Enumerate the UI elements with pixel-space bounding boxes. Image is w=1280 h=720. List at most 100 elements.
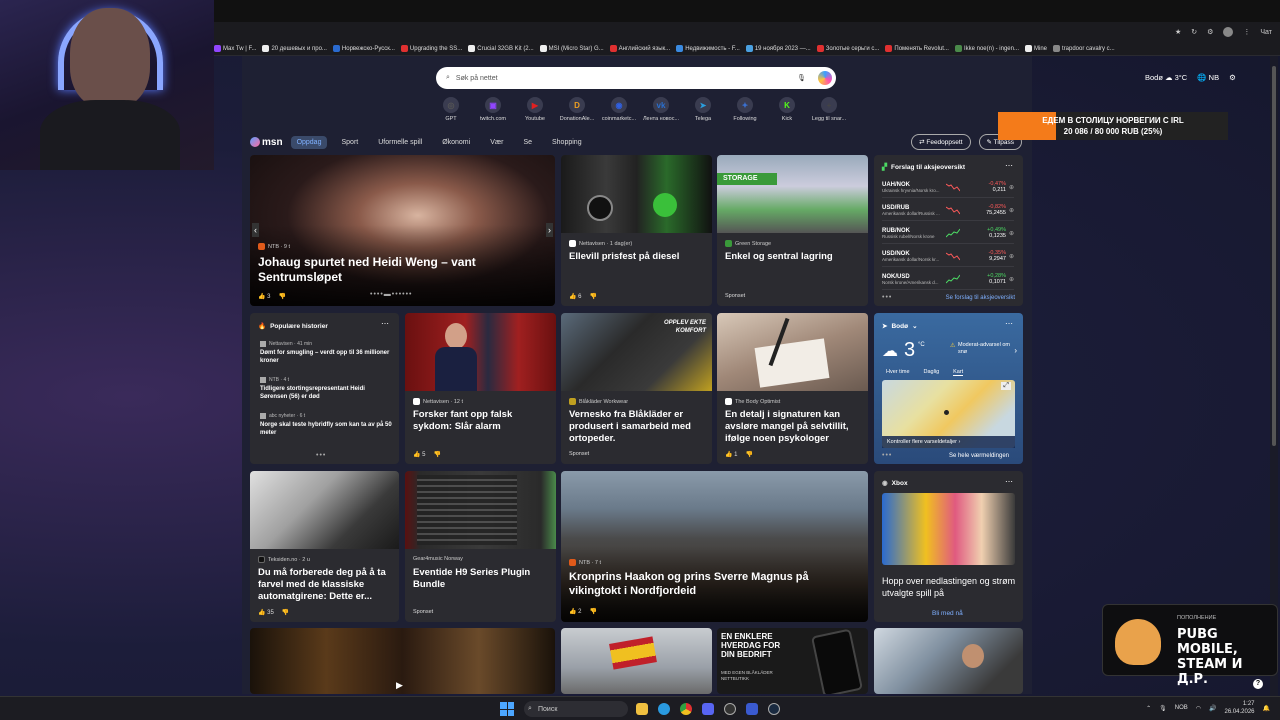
ad-card-storage[interactable]: STORAGE Green Storage Enkel og sentral l… — [717, 155, 868, 306]
weather-warning[interactable]: Moderat-advarsel om snø — [958, 342, 1014, 356]
more-options-icon[interactable]: ⋯ — [1005, 161, 1013, 170]
add-icon[interactable]: ⊕ — [1009, 207, 1014, 214]
ad-card-eventide[interactable]: Gear4music Norway Eventide H9 Series Plu… — [405, 471, 556, 622]
tray-lang[interactable]: NOB — [1175, 705, 1188, 711]
quick-link[interactable]: ◉ coinmarketc... — [598, 97, 640, 122]
tab-se[interactable]: Se — [517, 136, 538, 149]
microphone-icon[interactable]: 🎙 — [797, 74, 806, 82]
vernesko-title[interactable]: Vernesko fra Blåkläder er produsert i sa… — [569, 409, 707, 445]
tab-sport[interactable]: Sport — [335, 136, 364, 149]
chevron-right-icon[interactable]: › — [546, 223, 553, 237]
star-icon[interactable]: ★ — [1175, 28, 1181, 36]
copilot-icon[interactable] — [818, 71, 832, 85]
news-card-flag[interactable] — [561, 628, 712, 694]
stock-row[interactable]: NOK/USD Norsk krone/Amerikansk d... +0,28… — [882, 269, 1014, 290]
msn-logo[interactable]: msn — [250, 137, 283, 148]
popular-story[interactable]: abc nyheter · 6 t Norge skal teste hybrid… — [260, 413, 392, 437]
storage-title[interactable]: Enkel og sentral lagring — [725, 251, 861, 263]
bookmark-item[interactable]: Поменять Revolut... — [885, 45, 949, 52]
ad-card-vernesko[interactable]: OPPLEV EKTE KOMFORT Blåkläder Workwear V… — [561, 313, 712, 464]
thumbs-up-icon[interactable]: 👍 2 — [569, 608, 581, 615]
thumbs-up-icon[interactable]: 👍 3 — [258, 293, 270, 300]
expand-icon[interactable]: ⤢ — [1001, 382, 1011, 390]
steam-icon[interactable] — [768, 703, 780, 715]
weather-pager-dots[interactable]: ••• — [882, 452, 892, 459]
bookmark-item[interactable]: 19 ноября 2023 —... — [745, 45, 811, 52]
scrollbar-thumb[interactable] — [1272, 66, 1276, 446]
quick-link[interactable]: K Kick — [766, 97, 808, 122]
page-scrollbar[interactable] — [1270, 56, 1278, 696]
news-card-haakon[interactable]: NTB · 7 t Kronprins Haakon og prins Sver… — [561, 471, 868, 622]
chevron-up-icon[interactable]: ⌃ — [1146, 705, 1151, 712]
edge-icon[interactable] — [658, 703, 670, 715]
thumbs-down-icon[interactable]: 👎 — [282, 609, 289, 616]
more-options-icon[interactable]: ⋯ — [1005, 319, 1013, 328]
lang-label[interactable]: NB — [1209, 73, 1219, 82]
bookmark-item[interactable]: Золотые серьги с... — [816, 45, 879, 52]
haakon-reactions[interactable]: 👍 2 👎 — [569, 608, 597, 615]
windows-start-icon[interactable] — [500, 702, 514, 716]
hero-reactions[interactable]: 👍 3 👎 — [258, 293, 286, 300]
bookmark-item[interactable]: Mine — [1024, 45, 1047, 52]
more-options-icon[interactable]: ⋯ — [381, 319, 389, 328]
taskbar-search[interactable]: ⌕ Поиск — [524, 701, 628, 717]
chevron-left-icon[interactable]: ‹ — [252, 223, 259, 237]
chat-label[interactable]: Чат — [1260, 29, 1272, 36]
teksiden-reactions[interactable]: 👍 35 👎 — [258, 609, 289, 616]
weather-map[interactable]: ⤢ Kontroller flere varseldetaljer › — [882, 380, 1015, 448]
tab-okonomi[interactable]: Økonomi — [436, 136, 476, 149]
bookmark-item[interactable]: Ikke noe(n) - ingen... — [954, 45, 1019, 52]
quick-link[interactable]: vk Лента новос... — [640, 97, 682, 122]
discord-icon[interactable] — [702, 703, 714, 715]
thumbs-down-icon[interactable]: 👎 — [589, 293, 596, 300]
eventide-title[interactable]: Eventide H9 Series Plugin Bundle — [413, 567, 549, 591]
bookmark-item[interactable]: MSI (Micro Star) G... — [539, 45, 604, 52]
bookmark-item[interactable]: Недвижимость - F... — [676, 45, 740, 52]
chevron-right-icon[interactable]: › — [1014, 346, 1017, 355]
feed-settings-button[interactable]: ⇄ Feedoppsett — [911, 134, 971, 150]
wifi-icon[interactable]: ◠ — [1196, 705, 1201, 712]
news-card-car[interactable] — [874, 628, 1023, 694]
add-icon[interactable]: ⊕ — [1009, 276, 1014, 283]
thumbs-down-icon[interactable]: 👎 — [745, 451, 752, 458]
add-icon[interactable]: ⊕ — [1009, 253, 1014, 260]
add-icon[interactable]: ⊕ — [1009, 184, 1014, 191]
thumbs-up-icon[interactable]: 👍 35 — [258, 609, 274, 616]
thumbs-up-icon[interactable]: 👍 5 — [413, 451, 425, 458]
search-bar[interactable]: ⌕ Søk på nettet 🎙 — [436, 67, 836, 89]
news-card-forsker[interactable]: Nettavisen · 12 t Forsker fant opp falsk… — [405, 313, 556, 464]
forsker-title[interactable]: Forsker fant opp falsk sykdom: Slår alar… — [413, 409, 549, 433]
menu-icon[interactable]: ⋮ — [1243, 28, 1250, 36]
thumbs-down-icon[interactable]: 👎 — [433, 451, 440, 458]
stock-row[interactable]: USD/NOK Amerikansk dollar/Norsk kr... -0,… — [882, 246, 1014, 267]
tab-uformelle-spill[interactable]: Uformelle spill — [372, 136, 428, 149]
thumbs-down-icon[interactable]: 👎 — [278, 293, 285, 300]
stock-row[interactable]: USD/RUB Amerikansk dollar/Russisk ... -0,… — [882, 200, 1014, 221]
settings-icon[interactable]: ⚙ — [1207, 28, 1213, 36]
bookmark-item[interactable]: trapdoor cavalry c... — [1053, 45, 1115, 52]
ad-card-blaklader[interactable]: EN ENKLERE HVERDAG FOR DIN BEDRIFT MED E… — [717, 628, 868, 694]
bookmark-item[interactable]: Upgrading the SS... — [400, 45, 462, 52]
forsker-reactions[interactable]: 👍 5 👎 — [413, 451, 441, 458]
weather-card[interactable]: ➤ Bodø ⌄ ⋯ ☁ 3 °C ⚠ Moderat-advarsel om sn… — [874, 313, 1023, 464]
bookmark-item[interactable]: Английский язык... — [609, 45, 670, 52]
hero-title[interactable]: Johaug spurtet ned Heidi Weng – vant Sen… — [258, 255, 498, 285]
news-card-street[interactable]: ▶ — [250, 628, 555, 694]
notification-icon[interactable]: 🔔 — [1263, 705, 1270, 712]
diesel-title[interactable]: Ellevill prisfest på diesel — [569, 251, 705, 263]
quick-link[interactable]: ➤ Telega — [682, 97, 724, 122]
teksiden-title[interactable]: Du må forberede deg på å ta farvel med d… — [258, 567, 394, 603]
quick-link[interactable]: ✦ Following — [724, 97, 766, 122]
obs-icon[interactable] — [724, 703, 736, 715]
quick-link[interactable]: ▶ Youtube — [514, 97, 556, 122]
tab-vaer[interactable]: Vær — [484, 136, 509, 149]
xbox-join-link[interactable]: Bli med nå — [932, 610, 963, 617]
microphone-icon[interactable]: 🎙 — [1159, 705, 1167, 712]
chrome-icon[interactable] — [680, 703, 692, 715]
weather-header[interactable]: Bodø ☁ 3°C 🌐 NB ⚙ — [1145, 73, 1236, 82]
carousel-dots[interactable]: ••••▬•••••• — [370, 291, 413, 298]
bookmark-item[interactable]: Норвежско-Русск... — [332, 45, 395, 52]
more-options-icon[interactable]: ⋯ — [1005, 477, 1013, 486]
app-icon[interactable] — [746, 703, 758, 715]
map-link[interactable]: Kontroller flere varseldetaljer › — [882, 436, 1015, 448]
